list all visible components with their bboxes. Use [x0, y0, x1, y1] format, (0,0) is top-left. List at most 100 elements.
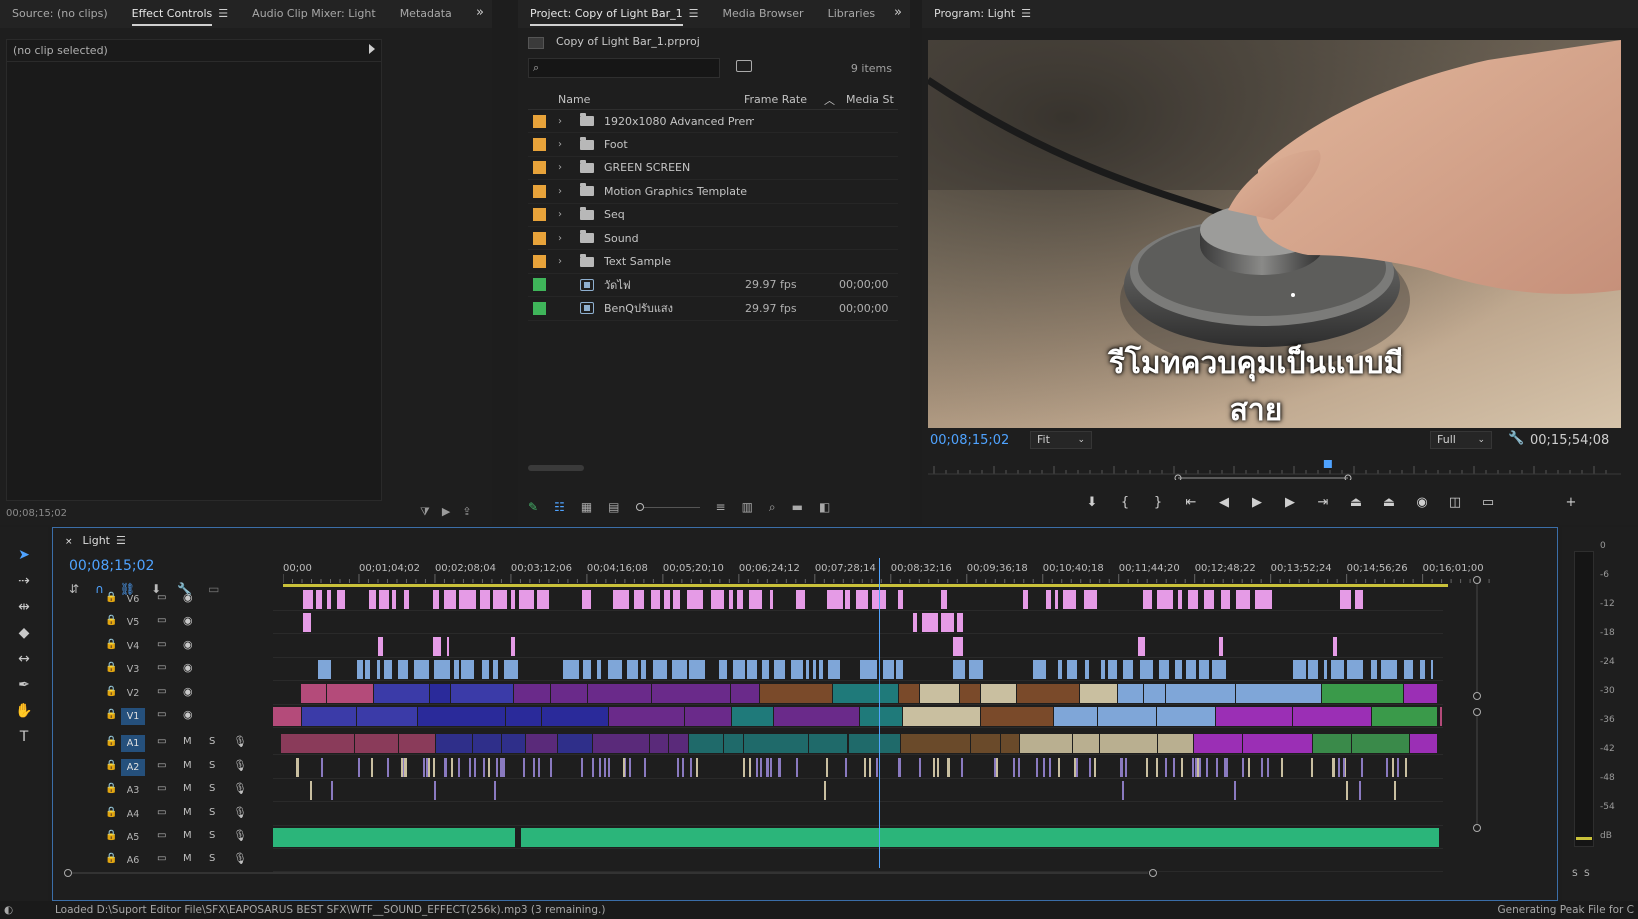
timeline-clip[interactable]	[1084, 660, 1090, 680]
timeline-clip[interactable]	[766, 757, 769, 777]
video-track-lane[interactable]	[273, 588, 1443, 611]
selection-tool-icon[interactable]: ➤	[14, 547, 34, 567]
timeline-clip[interactable]	[940, 590, 947, 609]
timeline-clip[interactable]	[374, 683, 430, 703]
track-target-toggle[interactable]: A2	[121, 758, 145, 776]
timeline-clip[interactable]	[499, 757, 502, 777]
timeline-clip[interactable]	[537, 590, 549, 609]
timeline-clip[interactable]	[413, 660, 430, 680]
timeline-clip[interactable]	[1157, 707, 1216, 726]
timeline-clip[interactable]	[968, 660, 983, 680]
timeline-clip[interactable]	[1145, 757, 1148, 777]
timeline-clip[interactable]	[731, 683, 760, 703]
timeline-clip[interactable]	[526, 734, 557, 754]
new-search-bin-icon[interactable]	[736, 60, 752, 72]
timeline-clip[interactable]	[1235, 683, 1322, 703]
timeline-clip[interactable]	[1177, 590, 1183, 609]
filter-icon[interactable]: ⧩	[420, 505, 430, 519]
lift-icon[interactable]: ⏏	[1346, 494, 1366, 510]
timeline-clip[interactable]	[1019, 734, 1073, 754]
timeline-clip[interactable]	[479, 590, 491, 609]
eye-icon[interactable]: ◉	[183, 685, 193, 698]
timeline-clip[interactable]	[537, 757, 540, 777]
timeline-clip[interactable]	[1404, 660, 1413, 680]
timeline-clip[interactable]	[1159, 660, 1169, 680]
timeline-clip[interactable]	[729, 590, 733, 609]
eye-icon[interactable]: ◉	[183, 638, 193, 651]
timeline-clip[interactable]	[608, 757, 611, 777]
sort-icon[interactable]: ≡	[716, 500, 726, 514]
timeline-clip[interactable]	[370, 757, 373, 777]
timeline-clip[interactable]	[883, 660, 895, 680]
timeline-clip[interactable]	[1166, 683, 1235, 703]
timeline-clip[interactable]	[863, 757, 866, 777]
timeline-clip[interactable]	[469, 757, 472, 777]
timeline-clip[interactable]	[685, 707, 732, 726]
timeline-clip[interactable]	[1033, 660, 1046, 680]
timeline-clip[interactable]	[1323, 660, 1327, 680]
timeline-clip[interactable]	[433, 636, 442, 656]
timeline-clip[interactable]	[774, 707, 860, 726]
timeline-clip[interactable]	[1000, 734, 1019, 754]
lock-icon[interactable]: 🔒	[105, 760, 117, 771]
timeline-clip[interactable]	[795, 757, 798, 777]
timeline-clip[interactable]	[296, 757, 299, 777]
timeline-clip[interactable]	[1119, 757, 1122, 777]
automate-icon[interactable]: ▥	[742, 500, 753, 514]
timeline-clip[interactable]	[447, 636, 450, 656]
timeline-clip[interactable]	[378, 636, 383, 656]
timeline-clip[interactable]	[672, 590, 680, 609]
project-bin-row[interactable]: › GREEN SCREEN	[528, 157, 898, 181]
timeline-clip[interactable]	[818, 660, 824, 680]
timeline-clip[interactable]	[400, 757, 403, 777]
solo-left-button[interactable]: S	[1572, 869, 1578, 879]
timeline-clip[interactable]	[668, 734, 689, 754]
timeline-clip[interactable]	[302, 707, 357, 726]
track-target-toggle[interactable]: A5	[121, 829, 145, 846]
timeline-playhead[interactable]	[879, 558, 881, 868]
timeline-clip[interactable]	[273, 828, 515, 847]
timeline-clip[interactable]	[980, 707, 1053, 726]
timeline-clip[interactable]	[518, 590, 534, 609]
expand-chevron-icon[interactable]: ›	[558, 162, 570, 173]
timeline-clip[interactable]	[936, 757, 939, 777]
timeline-clip[interactable]	[1023, 590, 1028, 609]
expand-caret-icon[interactable]	[369, 44, 375, 54]
project-horizontal-scrollbar[interactable]	[528, 465, 584, 471]
timeline-clip[interactable]	[1055, 590, 1059, 609]
resolution-select[interactable]: Full ⌄	[1430, 431, 1492, 449]
timeline-clip[interactable]	[1036, 757, 1038, 777]
timeline-clip[interactable]	[1308, 660, 1319, 680]
project-bin-row[interactable]: › Foot	[528, 133, 898, 157]
go-to-out-icon[interactable]: ⇥	[1313, 494, 1333, 510]
lock-icon[interactable]: 🔒	[105, 709, 117, 720]
timeline-clip[interactable]	[770, 757, 773, 777]
timeline-clip[interactable]	[1195, 757, 1198, 777]
timeline-clip[interactable]	[1192, 757, 1195, 777]
lock-icon[interactable]: 🔒	[105, 853, 117, 864]
video-track-lane[interactable]	[273, 658, 1443, 682]
expand-chevron-icon[interactable]: ›	[558, 116, 570, 127]
timeline-clip[interactable]	[493, 781, 496, 801]
timeline-clip[interactable]	[897, 590, 903, 609]
sync-lock-icon[interactable]: ▭	[157, 807, 166, 818]
timeline-clip[interactable]	[640, 660, 646, 680]
timeline-clip[interactable]	[376, 660, 381, 680]
sync-lock-icon[interactable]: ▭	[157, 615, 166, 626]
export-icon[interactable]: ⇪	[462, 505, 471, 519]
solo-button[interactable]: S	[209, 830, 215, 841]
timeline-clip[interactable]	[1241, 757, 1244, 777]
timeline-clip[interactable]	[1089, 757, 1092, 777]
mark-out-icon[interactable]: }	[1148, 494, 1168, 510]
label-color-swatch[interactable]	[533, 184, 546, 198]
timeline-clip[interactable]	[747, 660, 757, 680]
timeline-clip[interactable]	[398, 660, 409, 680]
timeline-clip[interactable]	[921, 613, 939, 633]
timeline-clip[interactable]	[1053, 707, 1097, 726]
new-item-icon[interactable]: ◧	[819, 500, 830, 514]
project-sequence-row[interactable]: BenQปรับแสง 29.97 fps 00;00;00	[528, 297, 898, 321]
timeline-clip[interactable]	[356, 660, 363, 680]
column-media-start[interactable]: Media St	[846, 93, 894, 106]
timeline-clip[interactable]	[1173, 757, 1176, 777]
track-target-toggle[interactable]: A4	[121, 806, 145, 823]
